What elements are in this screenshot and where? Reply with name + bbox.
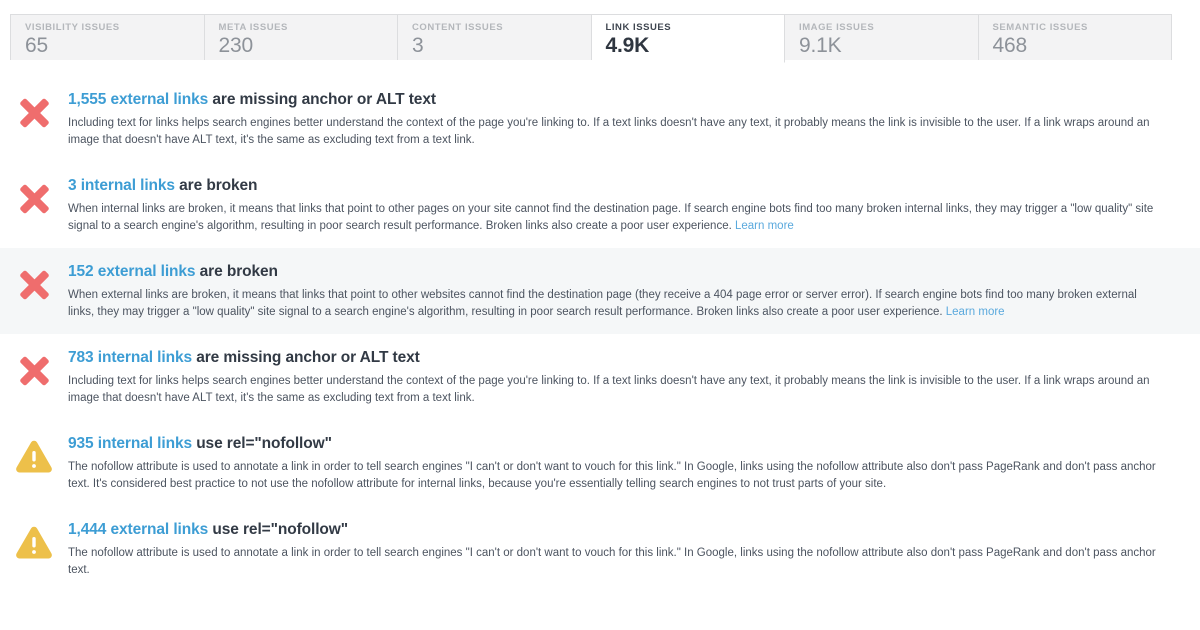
learn-more-link[interactable]: Learn more (735, 220, 794, 232)
issue-title-rest: are missing anchor or ALT text (191, 349, 420, 366)
issue-severity-icon (0, 90, 68, 133)
issue-description: Including text for links helps search en… (68, 115, 1166, 148)
issue-body: 1,444 external links use rel="nofollow" T… (68, 520, 1184, 578)
issue-description-text: The nofollow attribute is used to annota… (68, 547, 1156, 576)
issue-row: 1,444 external links use rel="nofollow" T… (0, 506, 1200, 592)
issue-severity-icon (0, 434, 68, 477)
tab-visibility-issues[interactable]: VISIBILITY ISSUES 65 (11, 15, 205, 60)
issue-count-link[interactable]: 783 internal links (68, 349, 192, 366)
warning-triangle-icon (14, 523, 54, 563)
tab-link-issues[interactable]: LINK ISSUES 4.9K (591, 15, 785, 63)
issue-body: 783 internal links are missing anchor or… (68, 348, 1184, 406)
issue-row: 152 external links are broken When extern… (0, 248, 1200, 334)
issue-category-tabbar-region: VISIBILITY ISSUES 65 META ISSUES 230 CONTENT… (0, 0, 1200, 76)
issue-row: 1,555 external links are missing anchor … (0, 76, 1200, 162)
issue-title-rest: are broken (174, 177, 258, 194)
issue-body: 1,555 external links are missing anchor … (68, 90, 1184, 148)
tab-meta-issues[interactable]: META ISSUES 230 (204, 15, 398, 60)
tab-image-issues[interactable]: IMAGE ISSUES 9.1K (785, 15, 979, 60)
issue-description-text: When internal links are broken, it means… (68, 203, 1154, 232)
issue-body: 3 internal links are broken When internal… (68, 176, 1184, 234)
issue-description-text: Including text for links helps search en… (68, 375, 1150, 404)
error-x-icon (14, 351, 54, 391)
issue-count-link[interactable]: 152 external links (68, 263, 196, 280)
issue-count-link[interactable]: 1,555 external links (68, 91, 208, 108)
tab-value: 65 (25, 34, 48, 57)
issue-title-rest: use rel="nofollow" (191, 435, 332, 452)
issue-title: 1,444 external links use rel="nofollow" (68, 520, 1166, 540)
tab-value: 468 (992, 34, 1028, 57)
issue-count-link[interactable]: 1,444 external links (68, 521, 208, 538)
error-x-icon (14, 179, 54, 219)
tab-semantic-issues[interactable]: SEMANTIC ISSUES 468 (978, 15, 1172, 60)
issue-description-text: The nofollow attribute is used to annota… (68, 461, 1156, 490)
issue-title-rest: use rel="nofollow" (208, 521, 349, 538)
issue-title: 783 internal links are missing anchor or… (68, 348, 1166, 368)
issue-description-text: Including text for links helps search en… (68, 117, 1150, 146)
link-issues-list: 1,555 external links are missing anchor … (0, 76, 1200, 592)
issue-title: 152 external links are broken (68, 262, 1166, 282)
learn-more-link[interactable]: Learn more (946, 306, 1005, 318)
issue-severity-icon (0, 348, 68, 391)
issue-description: The nofollow attribute is used to annota… (68, 459, 1166, 492)
error-x-icon (14, 93, 54, 133)
tab-content-issues[interactable]: CONTENT ISSUES 3 (398, 15, 592, 60)
issue-severity-icon (0, 262, 68, 305)
issue-row: 783 internal links are missing anchor or… (0, 334, 1200, 420)
issue-description: The nofollow attribute is used to annota… (68, 545, 1166, 578)
issue-description: When internal links are broken, it means… (68, 201, 1166, 234)
issue-description: When external links are broken, it means… (68, 287, 1166, 320)
tab-value: 9.1K (799, 34, 842, 57)
tab-value: 3 (412, 34, 424, 57)
issue-body: 152 external links are broken When extern… (68, 262, 1184, 320)
issue-severity-icon (0, 520, 68, 563)
issue-title-rest: are broken (195, 263, 278, 280)
tab-value: 230 (218, 34, 254, 57)
warning-triangle-icon (14, 437, 54, 477)
issue-title: 3 internal links are broken (68, 176, 1166, 196)
issue-count-link[interactable]: 3 internal links (68, 177, 175, 194)
issue-title: 1,555 external links are missing anchor … (68, 90, 1166, 110)
issue-category-tabbar: VISIBILITY ISSUES 65 META ISSUES 230 CONTENT… (10, 14, 1172, 63)
error-x-icon (14, 265, 54, 305)
issue-title-rest: are missing anchor or ALT text (208, 91, 436, 108)
issue-description: Including text for links helps search en… (68, 373, 1166, 406)
issue-row: 3 internal links are broken When internal… (0, 162, 1200, 248)
issue-row: 935 internal links use rel="nofollow" The… (0, 420, 1200, 506)
issue-severity-icon (0, 176, 68, 219)
issue-count-link[interactable]: 935 internal links (68, 435, 192, 452)
issue-body: 935 internal links use rel="nofollow" The… (68, 434, 1184, 492)
tab-value: 4.9K (605, 34, 650, 57)
issue-title: 935 internal links use rel="nofollow" (68, 434, 1166, 454)
